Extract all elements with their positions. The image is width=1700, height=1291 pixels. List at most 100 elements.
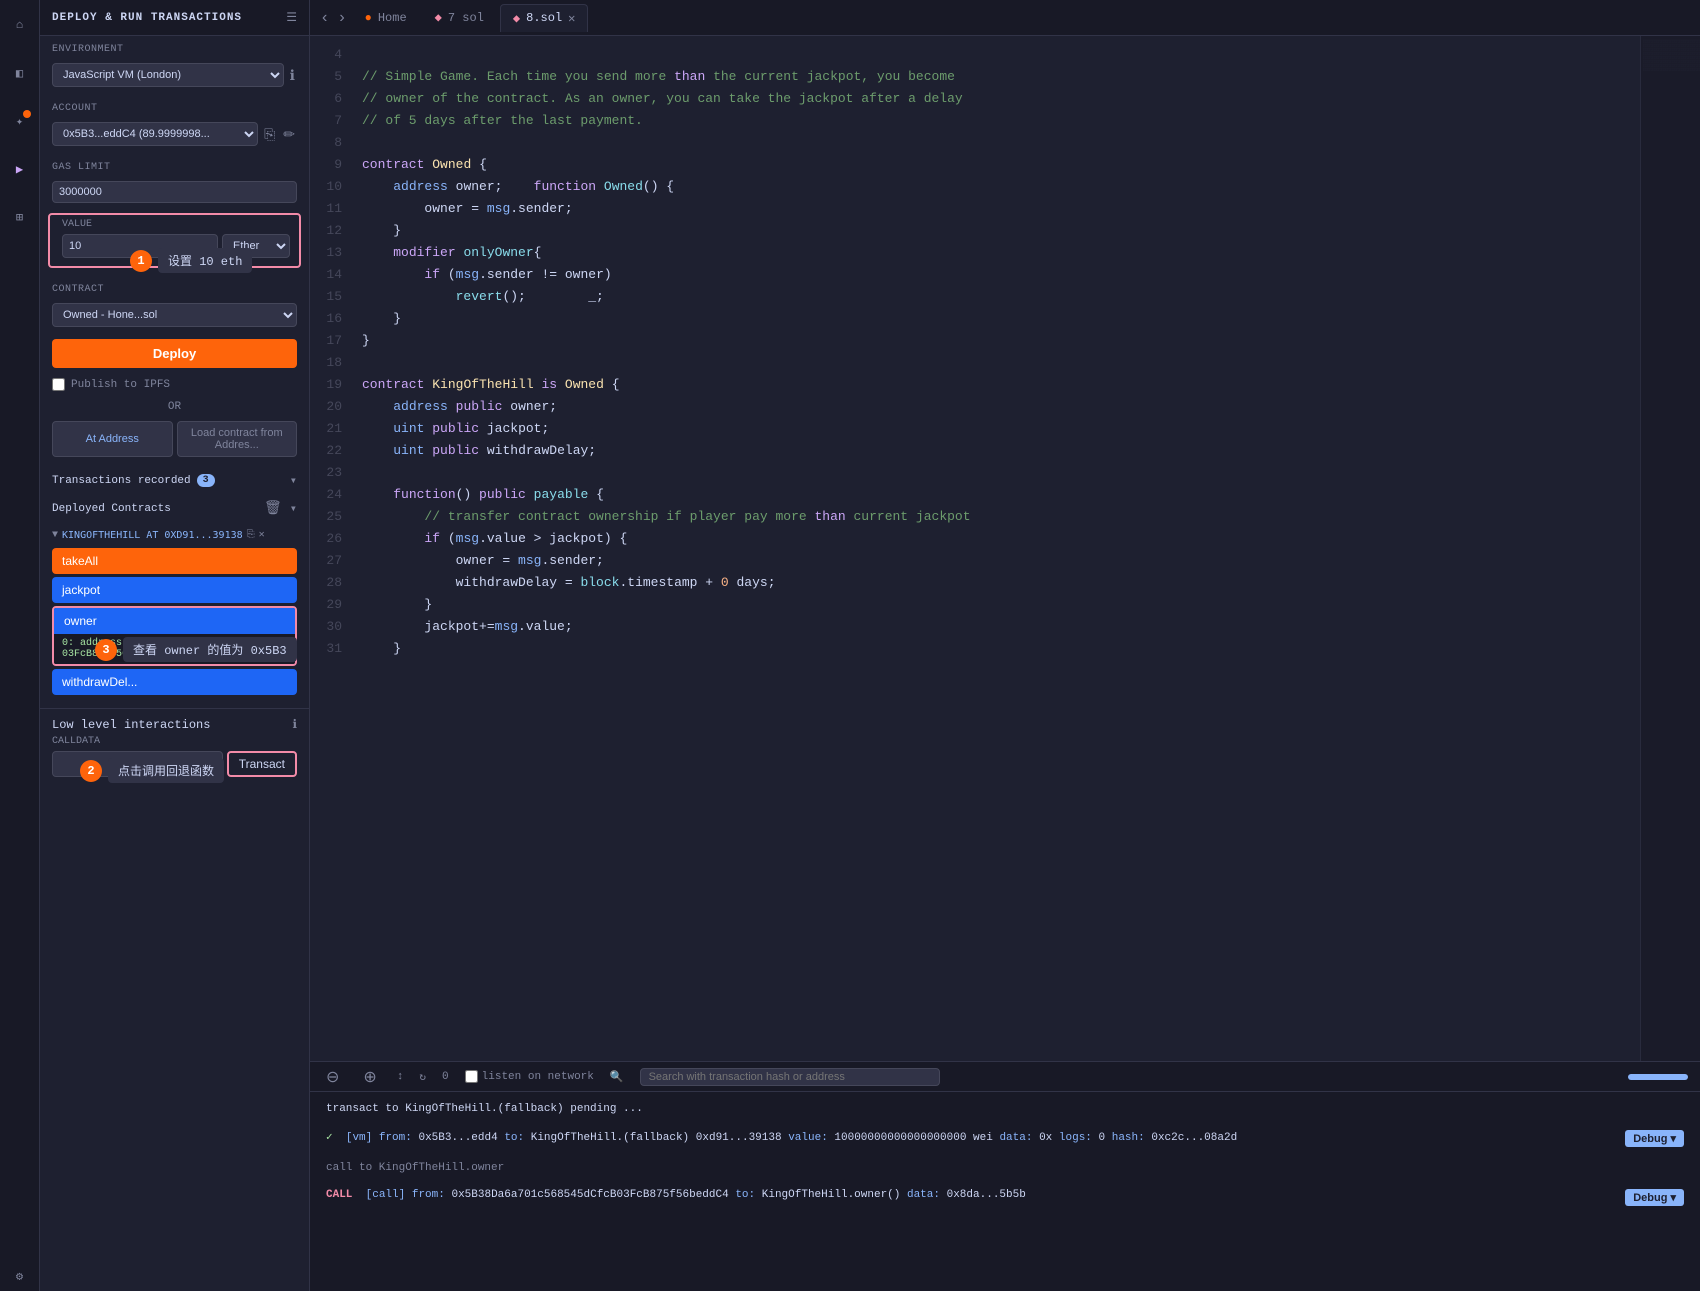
tab-7sol-icon: ◆ xyxy=(435,10,442,25)
contract-select[interactable]: Owned - Hone...sol xyxy=(52,303,297,327)
code-line-4 xyxy=(362,44,1628,66)
annotation-circle-3: 3 xyxy=(95,639,117,661)
jackpot-button[interactable]: jackpot xyxy=(52,577,297,603)
annotation-3: 3 查看 owner 的值为 0x5B3 xyxy=(95,637,297,662)
main-area: ‹ › ● Home ◆ 7 sol ◆ 8.sol ✕ 4 5 6 7 8 9… xyxy=(310,0,1700,1291)
env-select[interactable]: JavaScript VM (London) xyxy=(52,63,284,87)
terminal-call-content: CALL [call] from: 0x5B38Da6a701c568545dC… xyxy=(326,1189,1617,1201)
contract-instance: ▼ KINGOFTHEHILL AT 0XD91...39138 ⎘ ✕ tak… xyxy=(40,521,309,702)
status-arrows: ↕ xyxy=(397,1071,404,1083)
tab-8sol-close[interactable]: ✕ xyxy=(568,11,575,26)
deployed-contracts-label: Deployed Contracts xyxy=(52,503,171,515)
call-label: CALL xyxy=(326,1189,352,1201)
tab-home[interactable]: ● Home xyxy=(353,5,419,31)
withdrawdelay-button[interactable]: withdrawDel... xyxy=(52,669,297,695)
at-address-button[interactable]: At Address xyxy=(52,421,173,457)
takall-button[interactable]: takeAll xyxy=(52,548,297,574)
code-line-13: modifier onlyOwner{ xyxy=(362,242,1628,264)
tab-nav-right[interactable]: › xyxy=(335,9,348,27)
code-line-23 xyxy=(362,462,1628,484)
annotation-circle-2: 2 xyxy=(80,760,102,782)
status-refresh-icon: ↻ xyxy=(419,1070,426,1084)
tab-7sol-label: 7 sol xyxy=(448,11,484,25)
annotation-2: 2 点击调用回退函数 xyxy=(80,758,224,783)
zoom-out-icon[interactable]: ⊖ xyxy=(322,1067,343,1087)
panel-header: DEPLOY & RUN TRANSACTIONS ☰ xyxy=(40,0,309,36)
code-line-26: if (msg.value > jackpot) { xyxy=(362,528,1628,550)
transactions-row[interactable]: Transactions recorded 3 ▾ xyxy=(40,465,309,492)
code-line-5: // Simple Game. Each time you send more … xyxy=(362,66,1628,88)
transactions-chevron: ▾ xyxy=(290,473,297,488)
annotation-bubble-3: 查看 owner 的值为 0x5B3 xyxy=(123,637,297,662)
or-divider: OR xyxy=(40,397,309,417)
annotation-bubble-1: 设置 10 eth xyxy=(158,248,252,273)
transact-button[interactable]: Transact xyxy=(227,751,297,777)
file-icon[interactable]: ◧ xyxy=(5,58,35,88)
code-line-16: } xyxy=(362,308,1628,330)
code-line-10: address owner; function Owned() { xyxy=(362,176,1628,198)
code-line-19: contract KingOfTheHill is Owned { xyxy=(362,374,1628,396)
deploy-button[interactable]: Deploy xyxy=(52,339,297,368)
debug-button-1[interactable]: Debug ▾ xyxy=(1625,1130,1684,1147)
code-line-28: withdrawDelay = block.timestamp + 0 days… xyxy=(362,572,1628,594)
instance-close-icon[interactable]: ✕ xyxy=(259,529,265,541)
gas-input[interactable] xyxy=(52,181,297,203)
home-tab-dot: ● xyxy=(365,11,372,25)
terminal[interactable]: transact to KingOfTheHill.(fallback) pen… xyxy=(310,1091,1700,1291)
owner-button[interactable]: owner xyxy=(54,608,295,634)
code-line-14: if (msg.sender != owner) xyxy=(362,264,1628,286)
code-line-17: } xyxy=(362,330,1628,352)
transactions-badge: 3 xyxy=(197,474,215,487)
terminal-call-detail: [call] from: 0x5B38Da6a701c568545dCfcB03… xyxy=(359,1189,1026,1201)
plugin-icon[interactable]: ⊞ xyxy=(5,202,35,232)
load-contract-button[interactable]: Load contract from Addres... xyxy=(177,421,298,457)
gas-input-wrap xyxy=(40,177,309,211)
listen-checkbox[interactable] xyxy=(465,1070,478,1083)
instance-copy-icon[interactable]: ⎘ xyxy=(247,529,255,541)
deployed-trash-icon[interactable]: 🗑 xyxy=(264,500,282,517)
low-level-info-icon[interactable]: ℹ xyxy=(292,717,297,732)
env-info-icon[interactable]: ℹ xyxy=(288,65,297,86)
account-copy-icon[interactable]: ⎘ xyxy=(262,124,277,145)
account-row: 0x5B3...eddC4 (89.9999998... ⎘ ✏ xyxy=(40,118,309,154)
search-input[interactable] xyxy=(640,1068,940,1086)
code-content[interactable]: // Simple Game. Each time you send more … xyxy=(350,36,1640,1061)
zoom-in-icon[interactable]: ⊕ xyxy=(359,1067,380,1087)
home-icon[interactable]: ⌂ xyxy=(5,10,35,40)
terminal-call-line: call to KingOfTheHill.owner xyxy=(326,1159,1684,1177)
settings-icon[interactable]: ⚙ xyxy=(5,1261,35,1291)
deployed-contracts-row[interactable]: Deployed Contracts 🗑 ▾ xyxy=(40,492,309,521)
deploy-icon[interactable]: ▶ xyxy=(5,154,35,184)
terminal-call-row: CALL [call] from: 0x5B38Da6a701c568545dC… xyxy=(326,1189,1684,1206)
code-line-12: } xyxy=(362,220,1628,242)
code-line-31: } xyxy=(362,638,1628,660)
compile-icon[interactable]: ✦ xyxy=(5,106,35,136)
annotation-1: 1 设置 10 eth xyxy=(130,248,252,273)
deployed-header: ▼ KINGOFTHEHILL AT 0XD91...39138 ⎘ ✕ xyxy=(48,525,301,545)
code-line-22: uint public withdrawDelay; xyxy=(362,440,1628,462)
terminal-success-icon: ✓ xyxy=(326,1132,333,1144)
panel-title: DEPLOY & RUN TRANSACTIONS xyxy=(52,12,242,24)
terminal-success-row: ✓ [vm] from: 0x5B3...edd4 to: KingOfTheH… xyxy=(326,1130,1684,1147)
tab-7sol[interactable]: ◆ 7 sol xyxy=(423,4,496,31)
tab-8sol-icon: ◆ xyxy=(513,11,520,26)
transactions-label: Transactions recorded xyxy=(52,475,191,487)
tab-nav-left[interactable]: ‹ xyxy=(318,9,331,27)
expand-icon[interactable]: ▼ xyxy=(52,530,58,541)
debug-button-2[interactable]: Debug ▾ xyxy=(1625,1189,1684,1206)
code-line-21: uint public jackpot; xyxy=(362,418,1628,440)
code-line-15: revert(); _; xyxy=(362,286,1628,308)
env-select-wrap: JavaScript VM (London) ℹ xyxy=(40,59,309,95)
low-level-header: Low level interactions ℹ xyxy=(52,717,297,732)
code-line-18 xyxy=(362,352,1628,374)
account-select[interactable]: 0x5B3...eddC4 (89.9999998... xyxy=(52,122,258,146)
scroll-thumb xyxy=(1628,1074,1688,1080)
annotation-bubble-2: 点击调用回退函数 xyxy=(108,758,224,783)
tab-8sol[interactable]: ◆ 8.sol ✕ xyxy=(500,4,588,32)
code-line-6: // owner of the contract. As an owner, y… xyxy=(362,88,1628,110)
panel-menu-icon[interactable]: ☰ xyxy=(286,10,297,25)
publish-ipfs-checkbox[interactable] xyxy=(52,378,65,391)
terminal-success-line: [vm] from: 0x5B3...edd4 to: KingOfTheHil… xyxy=(339,1132,1237,1144)
account-edit-icon[interactable]: ✏ xyxy=(281,124,297,145)
account-label: ACCOUNT xyxy=(40,95,309,118)
